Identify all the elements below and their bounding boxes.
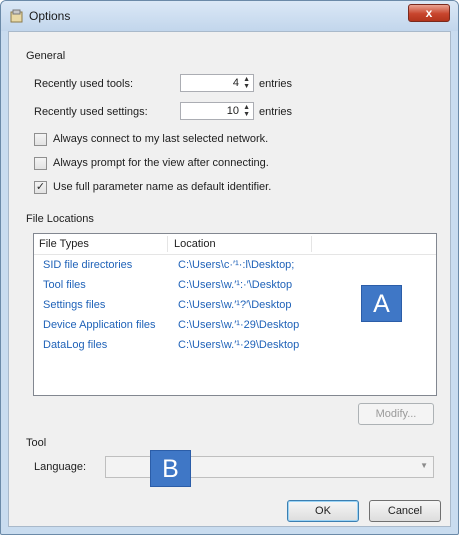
general-heading: General: [26, 50, 66, 62]
column-divider[interactable]: [311, 236, 312, 252]
dialog-title: Options: [29, 9, 71, 23]
recent-tools-value: 4: [232, 77, 239, 89]
checkbox-prompt-view[interactable]: [34, 157, 47, 170]
location-cell: C:\Users\w.′¹·29\Desktop: [178, 319, 300, 331]
tool-heading: Tool: [26, 437, 47, 449]
recent-tools-unit: entries: [259, 78, 293, 90]
cancel-button[interactable]: Cancel: [369, 500, 441, 522]
options-dialog: Options x General Recently used tools: 4…: [0, 0, 459, 535]
location-cell: C:\Users\c·′¹·:l\Desktop;: [178, 259, 295, 271]
close-button[interactable]: x: [408, 4, 450, 22]
checkbox-label-prompt-view: Always prompt for the view after connect…: [53, 157, 269, 169]
column-header-file-types[interactable]: File Types: [39, 238, 89, 250]
file-type-cell: DataLog files: [43, 339, 108, 351]
location-cell: C:\Users\w.′¹?′\Desktop: [178, 299, 292, 311]
app-icon: [10, 9, 23, 23]
location-cell: C:\Users\w.′¹:·′\Desktop: [178, 279, 293, 291]
file-locations-heading: File Locations: [26, 213, 94, 225]
recent-settings-label: Recently used settings:: [34, 106, 148, 118]
recent-settings-value: 10: [226, 105, 239, 117]
file-type-cell: Settings files: [43, 299, 106, 311]
file-locations-list[interactable]: File Types Location SID file directories…: [33, 233, 437, 396]
list-header: File Types Location: [34, 234, 436, 255]
checkbox-connect-last-network[interactable]: [34, 133, 47, 146]
chevron-down-icon[interactable]: ▼: [420, 461, 428, 470]
column-header-location[interactable]: Location: [174, 238, 216, 250]
spin-arrows-icon[interactable]: ▲ ▼: [243, 104, 250, 118]
ok-button[interactable]: OK: [287, 500, 359, 522]
checkbox-label-connect-last-network: Always connect to my last selected netwo…: [53, 133, 269, 145]
file-type-cell: Device Application files: [43, 319, 156, 331]
recent-settings-stepper[interactable]: 10 ▲ ▼: [180, 102, 254, 120]
file-type-cell: SID file directories: [43, 259, 133, 271]
spin-arrows-icon[interactable]: ▲ ▼: [243, 76, 250, 90]
recent-tools-label: Recently used tools:: [34, 78, 134, 90]
callout-b: B: [150, 450, 191, 487]
list-item[interactable]: SID file directories C:\Users\c·′¹·:l\De…: [34, 256, 436, 276]
modify-button[interactable]: Modify...: [358, 403, 434, 425]
recent-tools-stepper[interactable]: 4 ▲ ▼: [180, 74, 254, 92]
recent-settings-unit: entries: [259, 106, 293, 118]
close-icon: x: [425, 6, 433, 20]
dialog-body: General Recently used tools: 4 ▲ ▼ entrie…: [8, 31, 451, 527]
file-type-cell: Tool files: [43, 279, 86, 291]
checkbox-label-full-parameter-name: Use full parameter name as default ident…: [53, 181, 272, 193]
check-icon: ✓: [35, 181, 46, 193]
callout-a: A: [361, 285, 402, 322]
list-item[interactable]: DataLog files C:\Users\w.′¹·29\Desktop: [34, 336, 436, 356]
checkbox-full-parameter-name[interactable]: ✓: [34, 181, 47, 194]
title-bar: Options x: [1, 1, 458, 31]
column-divider[interactable]: [167, 236, 168, 252]
language-label: Language:: [34, 461, 86, 473]
location-cell: C:\Users\w.′¹·29\Desktop: [178, 339, 300, 351]
